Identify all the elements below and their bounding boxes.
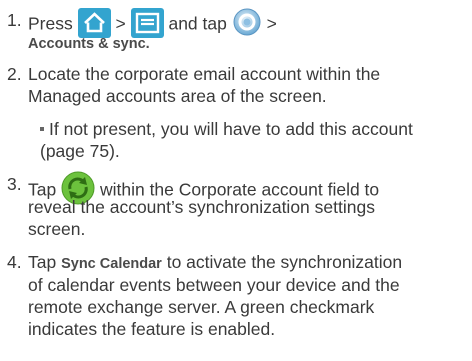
bullet-marker — [40, 127, 44, 132]
step-text: Tap — [28, 252, 57, 272]
step-text: Locate the corporate email account withi… — [28, 64, 381, 84]
step-number: 2. — [7, 64, 22, 84]
note-text: If not present, you will have to add thi… — [49, 119, 413, 139]
note-text: (page 75). — [40, 141, 120, 161]
step-text: of calendar events between your device a… — [28, 275, 400, 295]
sync-calendar-label: Sync Calendar — [61, 256, 162, 272]
step-text: screen. — [28, 219, 86, 239]
menu-path-label: Accounts & sync. — [28, 36, 150, 52]
step-text: and tap — [168, 13, 227, 34]
step-text: remote exchange server. A green checkmar… — [28, 297, 375, 317]
instruction-page: 1. Press > and tap > Accounts & sync. 2.… — [0, 0, 472, 361]
step-text: Press — [28, 13, 73, 34]
step-number: 4. — [7, 252, 22, 272]
step-text: to activate the synchronization — [166, 252, 403, 272]
settings-gear-icon — [232, 7, 262, 37]
step-text: Managed accounts area of the screen. — [28, 86, 327, 106]
step-text: indicates the feature is enabled. — [28, 319, 276, 339]
step-number: 3. — [7, 174, 22, 194]
separator: > — [115, 13, 126, 34]
step-text: reveal the account’s synchronization set… — [28, 197, 375, 217]
step-number: 1. — [7, 10, 22, 30]
separator: > — [266, 13, 277, 34]
